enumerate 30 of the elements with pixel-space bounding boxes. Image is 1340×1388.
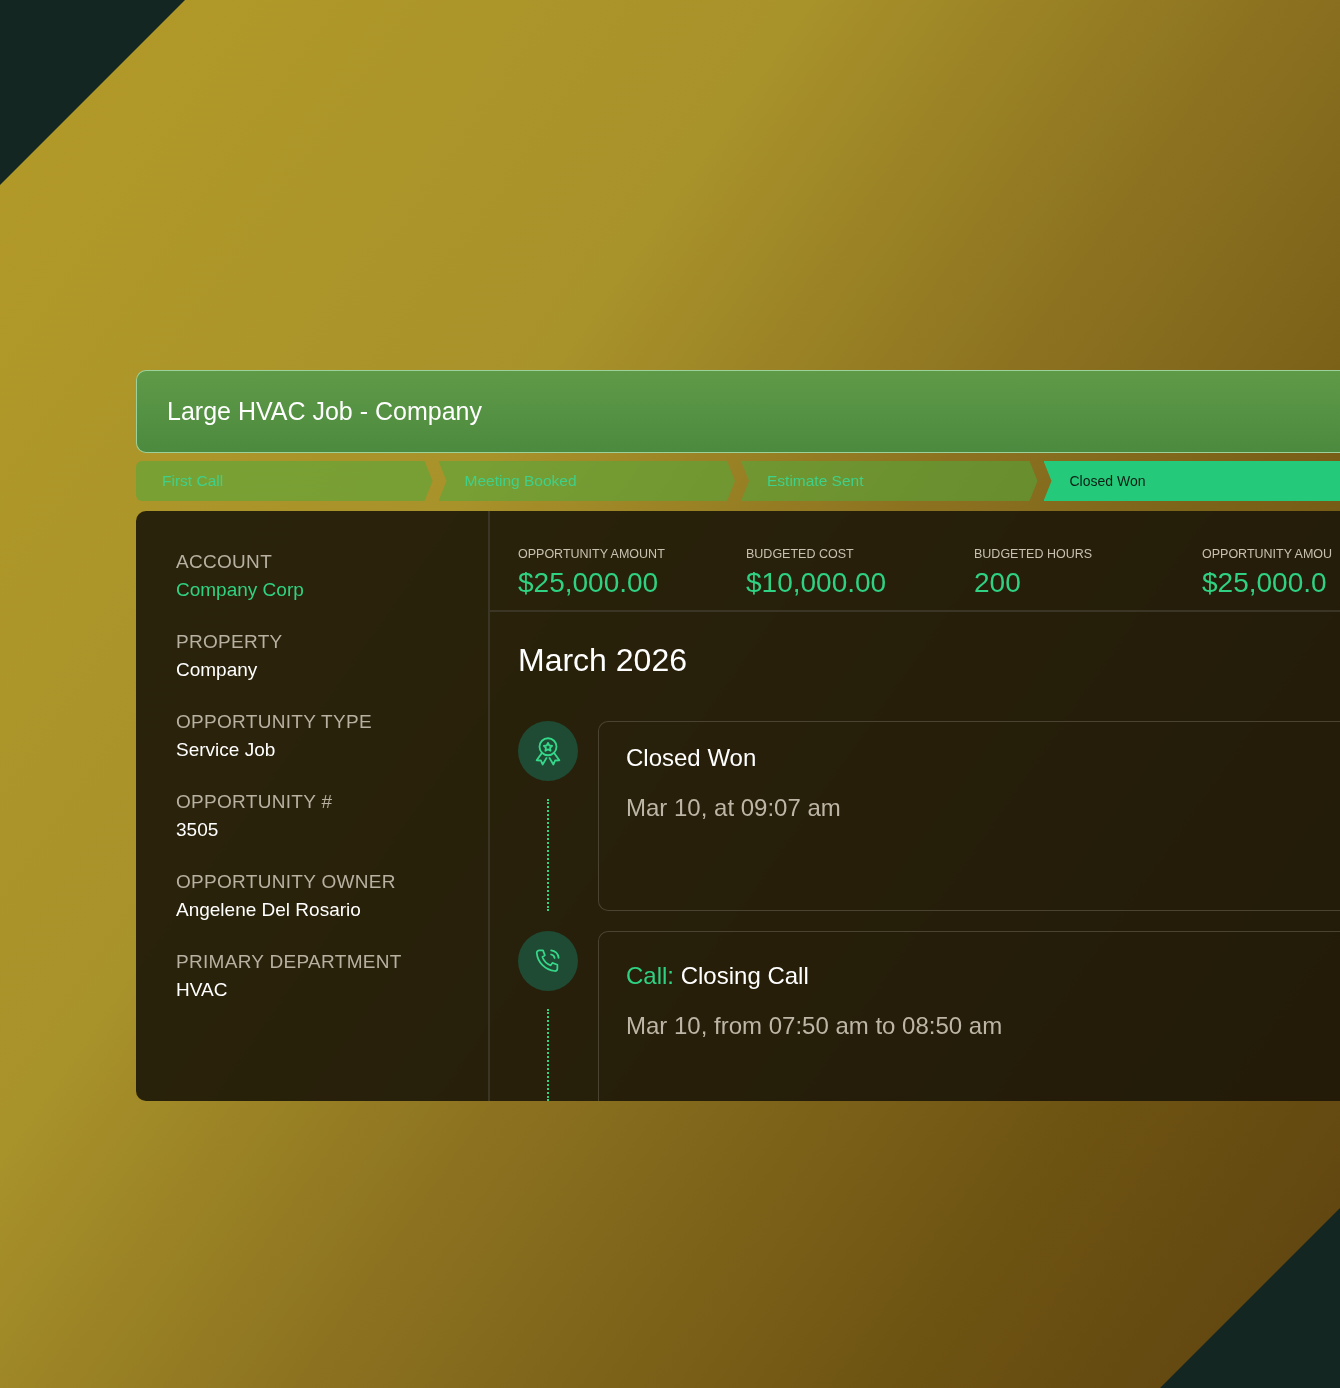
stat-label: BUDGETED HOURS — [974, 547, 1094, 561]
field-value: Service Job — [176, 739, 277, 761]
record-title: Large HVAC Job - Company — [136, 370, 1340, 453]
field-label: OPPORTUNITY TYPE — [176, 711, 373, 733]
stat-value: $25,000.0 — [1202, 567, 1328, 599]
field-value: 3505 — [176, 819, 220, 841]
stat-value: 200 — [974, 567, 1022, 599]
stage-tab[interactable]: First Call — [136, 461, 433, 501]
stage-tab[interactable]: Meeting Booked — [438, 461, 735, 501]
event-time: Mar 10, at 09:07 am — [626, 794, 842, 822]
stat-label: OPPORTUNITY AMOU — [1202, 547, 1334, 561]
stat-value: $10,000.00 — [746, 567, 888, 599]
stat-value: $25,000.00 — [518, 567, 660, 599]
field-label: ACCOUNT — [176, 551, 274, 573]
field-label: OPPORTUNITY OWNER — [176, 871, 397, 893]
event-title: Closed Won — [626, 744, 758, 772]
field-value: HVAC — [176, 979, 229, 1001]
field-value: Angelene Del Rosario — [176, 899, 362, 921]
event-title: Call: Closing Call — [626, 962, 810, 990]
field-label: PRIMARY DEPARTMENT — [176, 951, 403, 973]
field-label: OPPORTUNITY # — [176, 791, 334, 813]
field-value: Company — [176, 659, 259, 681]
stage-tab[interactable]: Estimate Sent — [741, 461, 1038, 501]
event-time: Mar 10, from 07:50 am to 08:50 am — [626, 1012, 1004, 1040]
stage-tab[interactable]: Closed Won — [1043, 461, 1340, 501]
stat-label: OPPORTUNITY AMOUNT — [518, 547, 666, 561]
field-label: PROPERTY — [176, 631, 284, 653]
stat-label: BUDGETED COST — [746, 547, 855, 561]
month-heading: March 2026 — [518, 642, 688, 679]
field-link[interactable]: Company Corp — [176, 579, 488, 601]
